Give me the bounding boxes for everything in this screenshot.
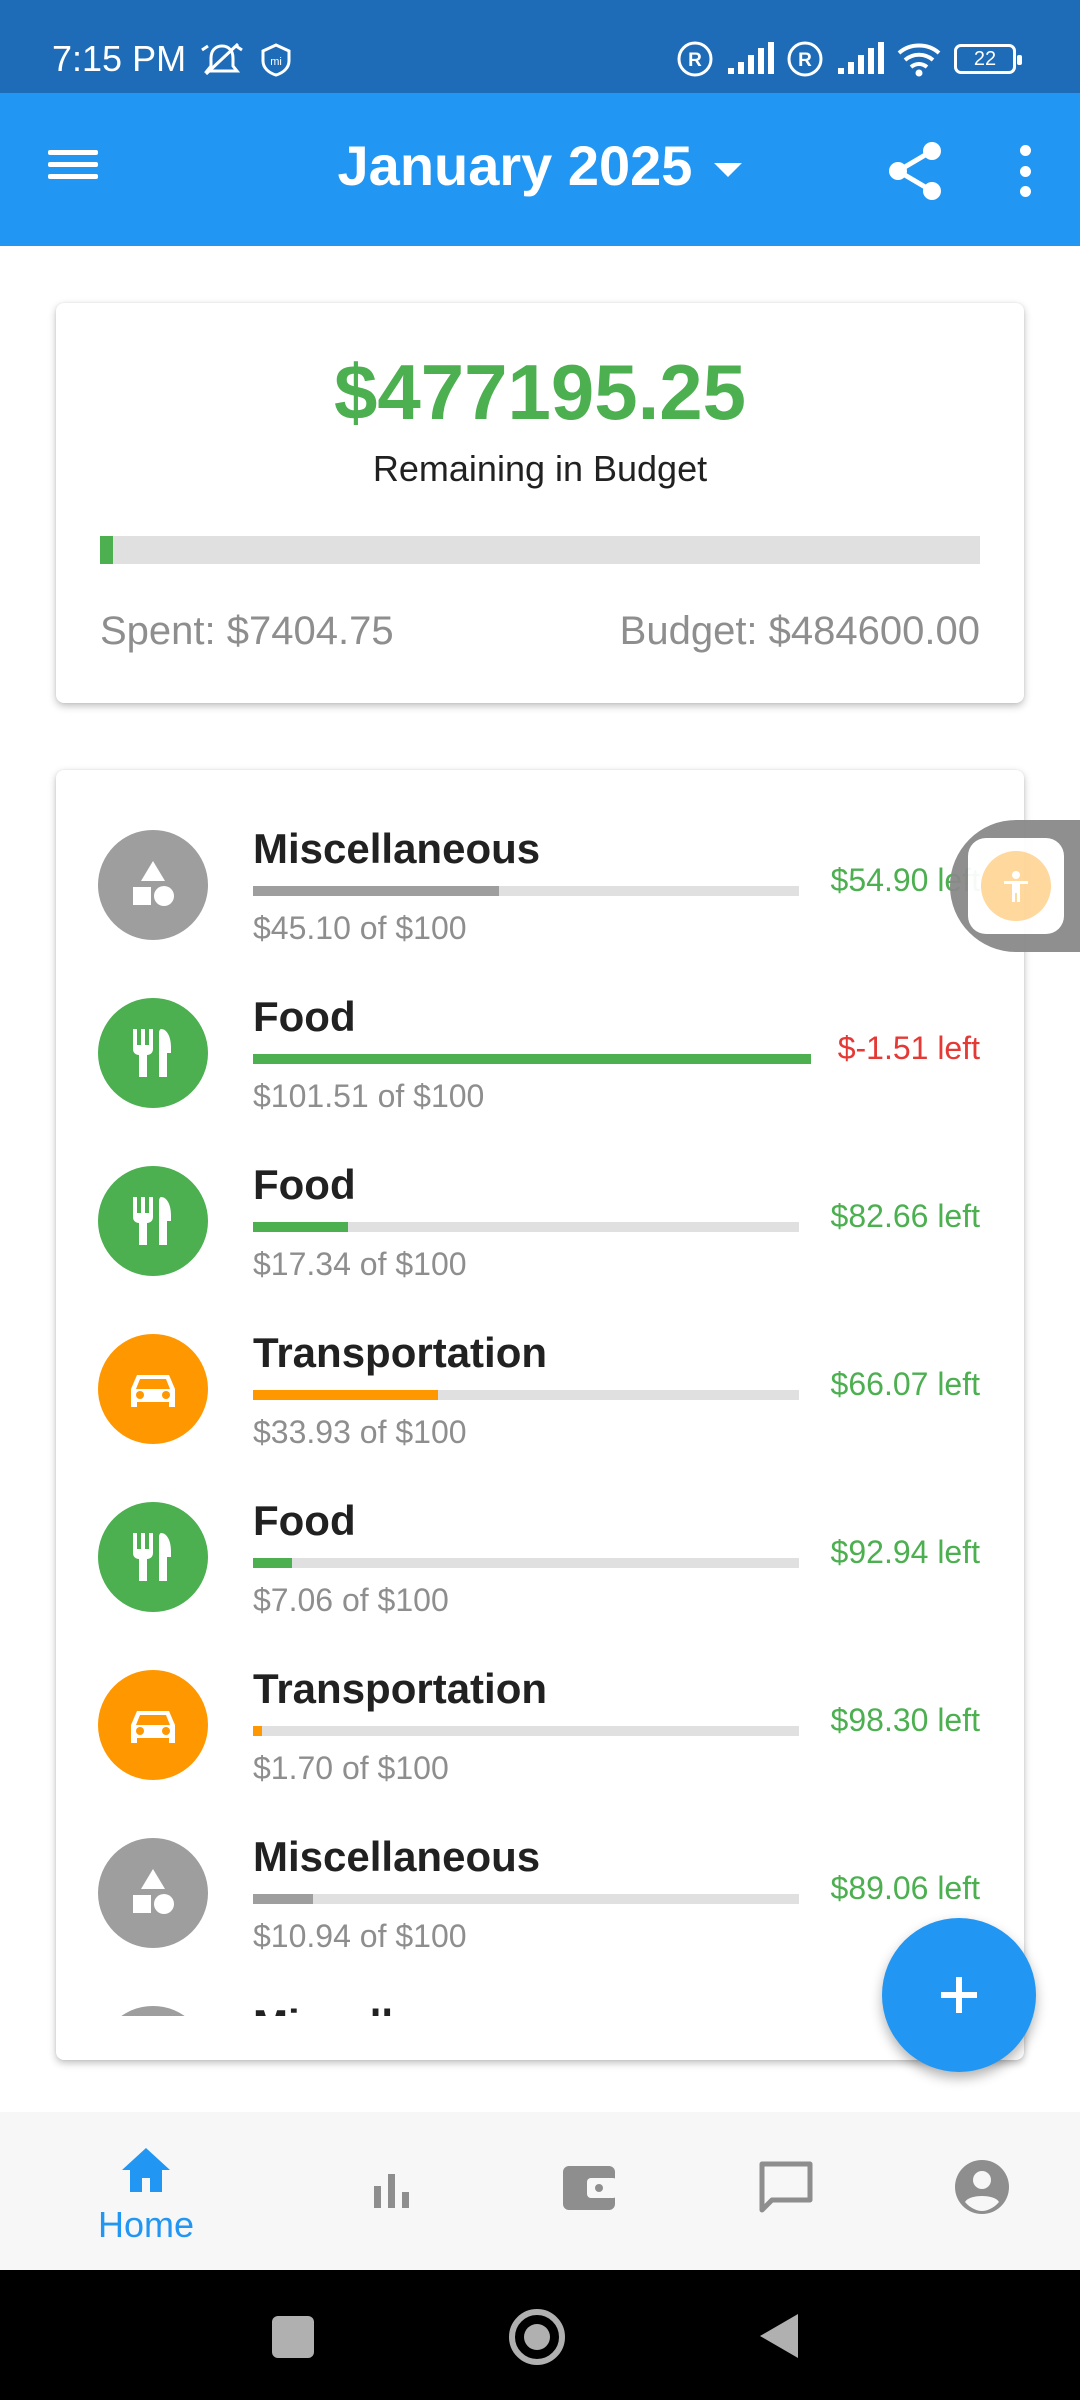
status-icons-left: mi [200, 40, 294, 80]
nav-home-label: Home [97, 2204, 195, 2245]
category-row[interactable]: Miscellaneous $45.10 of $100 $54.90 left [56, 770, 1024, 946]
home-icon [122, 2148, 170, 2192]
category-remaining: $98.30 left [830, 1702, 980, 1738]
battery-icon: 22 [954, 44, 1022, 74]
roaming-icon: R [676, 40, 714, 78]
plus-icon [941, 1977, 977, 2013]
category-progress-bar [253, 1894, 799, 1904]
restaurant-icon [98, 998, 208, 1108]
category-row[interactable]: Food $17.34 of $100 $82.66 left [56, 1106, 1024, 1282]
category-remaining: $92.94 left [830, 1534, 980, 1570]
category-remaining: $89.06 left [830, 1870, 980, 1906]
category-progress-bar [253, 1726, 799, 1736]
category-row[interactable]: Food $101.51 of $100 $-1.51 left [56, 938, 1024, 1114]
svg-text:R: R [688, 50, 702, 71]
wifi-icon [896, 41, 942, 77]
category-list-card: Miscellaneous $45.10 of $100 $54.90 left Fo… [56, 770, 1024, 2060]
status-bar: 7:15 PM mi R R 22 [0, 0, 1080, 93]
accessibility-icon [981, 851, 1051, 921]
remaining-amount: $477195.25 [333, 348, 747, 436]
category-row[interactable]: Miscellaneous [56, 1946, 1024, 2016]
budget-progress-bar [100, 536, 980, 564]
category-remaining: $-1.51 left [837, 1030, 980, 1066]
shapes-icon [98, 2006, 208, 2016]
car-icon [98, 1670, 208, 1780]
month-title: January 2025 [337, 134, 693, 197]
add-expense-button[interactable] [882, 1918, 1036, 2072]
category-progress-fill [253, 1894, 313, 1904]
category-progress-fill [253, 1726, 263, 1736]
status-icons-right: R R 22 [676, 40, 1022, 78]
back-icon[interactable] [756, 2310, 802, 2362]
restaurant-icon [98, 1502, 208, 1612]
category-name: Miscellaneous [253, 1833, 541, 1880]
nav-stats[interactable] [302, 2112, 482, 2270]
category-progress-fill [253, 1390, 439, 1400]
category-name: Transportation [253, 1665, 548, 1712]
category-name: Transportation [253, 1329, 548, 1376]
svg-text:R: R [798, 50, 812, 71]
home-circle-icon[interactable] [506, 2306, 568, 2368]
category-progress-fill [253, 1558, 292, 1568]
svg-text:mi: mi [270, 56, 282, 68]
share-icon[interactable] [884, 139, 948, 203]
mi-shield-icon: mi [258, 42, 294, 78]
status-time: 7:15 PM [52, 38, 187, 79]
category-name: Food [253, 1497, 356, 1544]
category-progress-bar [253, 1558, 799, 1568]
budget-progress-fill [100, 536, 114, 564]
nav-profile[interactable] [892, 2112, 1072, 2270]
category-row[interactable]: Food $7.06 of $100 $92.94 left [56, 1442, 1024, 1618]
nav-home[interactable]: Home [56, 2112, 236, 2270]
category-name: Miscellaneous [253, 2001, 540, 2016]
category-progress-bar [253, 1054, 811, 1064]
accessibility-floating-button[interactable] [950, 820, 1080, 952]
roaming-icon: R [786, 40, 824, 78]
signal-icon [836, 42, 884, 76]
more-options-icon[interactable] [1010, 139, 1040, 203]
bar-chart-icon [374, 2174, 409, 2208]
category-progress-bar [253, 886, 799, 896]
category-progress-fill [253, 886, 500, 896]
wallet-icon [563, 2166, 617, 2210]
category-name: Miscellaneous [253, 825, 541, 872]
category-progress-fill [253, 1054, 811, 1064]
remaining-label: Remaining in Budget [372, 448, 708, 489]
category-name: Food [253, 1161, 356, 1208]
recents-button[interactable] [272, 2316, 314, 2358]
spent-total: Spent: $7404.75 [100, 609, 394, 653]
bottom-navigation: Home [0, 2112, 1080, 2270]
category-remaining: $66.07 left [830, 1366, 980, 1402]
dropdown-caret-icon [714, 163, 743, 178]
nav-wallet[interactable] [500, 2112, 680, 2270]
category-row[interactable]: Transportation $33.93 of $100 $66.07 left [56, 1274, 1024, 1450]
nav-messages[interactable] [696, 2112, 876, 2270]
signal-icon [726, 42, 774, 76]
shapes-icon [98, 830, 208, 940]
category-progress-bar [253, 1222, 799, 1232]
budget-summary-card: $477195.25 Remaining in Budget Spent: $7… [56, 303, 1024, 703]
account-icon [955, 2160, 1009, 2214]
category-progress-fill [253, 1222, 348, 1232]
system-navigation-bar [0, 2270, 1080, 2400]
category-row[interactable]: Transportation $1.70 of $100 $98.30 left [56, 1610, 1024, 1786]
restaurant-icon [98, 1166, 208, 1276]
category-row[interactable]: Miscellaneous $10.94 of $100 $89.06 left [56, 1778, 1024, 1954]
category-list[interactable]: Miscellaneous $45.10 of $100 $54.90 left Fo… [56, 770, 1024, 2016]
shapes-icon [98, 1838, 208, 1948]
category-name: Food [253, 993, 356, 1040]
category-remaining: $82.66 left [830, 1198, 980, 1234]
chat-icon [759, 2161, 813, 2213]
silent-alarm-icon [200, 40, 244, 80]
category-progress-bar [253, 1390, 799, 1400]
budget-total: Budget: $484600.00 [619, 609, 980, 653]
car-icon [98, 1334, 208, 1444]
app-bar: January 2025 [0, 93, 1080, 246]
